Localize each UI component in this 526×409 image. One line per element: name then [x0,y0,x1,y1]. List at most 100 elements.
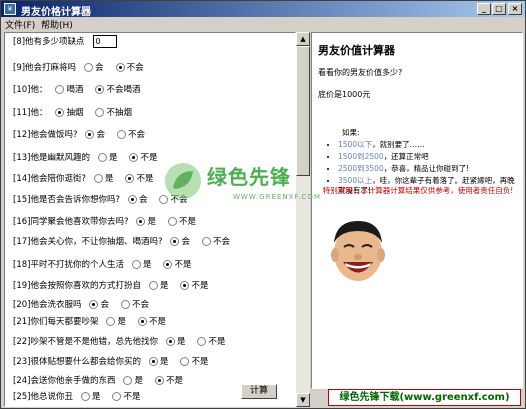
radio-label: 不是 [178,217,196,227]
radio-button-icon[interactable] [165,336,175,346]
radio-button-icon[interactable] [95,84,105,94]
question-row: [10]他： 喝酒 不会喝酒 [13,81,152,97]
close-button[interactable]: × [508,3,522,15]
radio-option[interactable]: 是 [136,215,156,227]
radio-option[interactable]: 是 [93,172,113,184]
radio-button-icon[interactable] [55,107,65,117]
radio-button-icon[interactable] [137,316,147,326]
radio-button-icon[interactable] [170,236,180,246]
radio-option[interactable]: 是 [80,390,101,402]
radio-option[interactable]: 不是 [112,390,140,402]
radio-label: 不是 [123,392,141,402]
radio-option[interactable]: 不是 [167,215,196,227]
price-guide-head: 如果: [342,128,360,137]
radio-option[interactable]: 不会 [201,235,230,247]
calculate-button[interactable]: 计算 [241,384,277,399]
radio-button-icon[interactable] [180,280,190,290]
radio-option[interactable]: 不是 [129,151,157,163]
radio-label: 喝酒 [66,85,84,95]
radio-option[interactable]: 会 [85,128,105,140]
radio-button-icon[interactable] [197,336,207,346]
radio-button-icon[interactable] [125,173,135,183]
radio-option[interactable]: 是 [123,374,143,386]
radio-option[interactable]: 会 [170,235,190,247]
radio-option[interactable]: 不是 [180,355,208,367]
radio-label: 不会 [126,63,144,73]
radio-button-icon[interactable] [127,194,137,204]
minimize-button[interactable]: _ [477,3,491,15]
scroll-thumb[interactable] [296,46,310,176]
radio-button-icon[interactable] [85,129,95,139]
radio-button-icon[interactable] [167,216,177,226]
radio-option[interactable]: 不会喝酒 [95,83,140,95]
question-label: [25]他总说你丑 [13,392,73,402]
maximize-button[interactable]: □ [492,3,506,15]
menu-help[interactable]: 帮助(H) [41,18,73,31]
radio-button-icon[interactable] [136,216,146,226]
radio-option[interactable]: 是 [131,258,151,270]
radio-option[interactable]: 不会 [116,128,145,140]
radio-option[interactable]: 是 [97,151,117,163]
radio-option[interactable]: 不是 [180,279,208,291]
radio-option[interactable]: 不会 [120,298,149,310]
radio-label: 不会 [131,300,149,310]
radio-button-icon[interactable] [89,299,99,309]
radio-option[interactable]: 是 [106,315,126,327]
radio-option[interactable]: 不会 [159,193,188,205]
radio-button-icon[interactable] [148,356,158,366]
radio-option[interactable]: 不抽烟 [95,106,132,118]
question-label: [9]他会打麻将吗 [13,63,77,73]
radio-option[interactable]: 不是 [137,315,166,327]
radio-button-icon[interactable] [131,259,141,269]
radio-button-icon[interactable] [97,152,107,162]
radio-option[interactable]: 喝酒 [55,83,83,95]
site-banner[interactable]: 绿色先锋下载(www.greenxf.com) [328,389,521,406]
radio-button-icon[interactable] [116,129,126,139]
shortcoming-count-input[interactable] [92,34,117,48]
question-panel: 计算 [8]他有多少项缺点[9]他会打麻将吗会不会[10]他：喝酒不会喝酒[11… [4,32,296,407]
radio-button-icon[interactable] [93,173,103,183]
radio-option[interactable]: 抽烟 [55,106,83,118]
radio-button-icon[interactable] [84,62,94,72]
vertical-scrollbar[interactable]: ▲ ▼ [296,32,310,407]
radio-button-icon[interactable] [163,259,173,269]
radio-button-icon[interactable] [106,316,116,326]
radio-label: 不是 [140,153,158,163]
radio-button-icon[interactable] [129,152,139,162]
radio-button-icon[interactable] [180,356,190,366]
radio-option[interactable]: 不会 [115,61,144,73]
radio-button-icon[interactable] [95,107,105,117]
radio-button-icon[interactable] [201,236,211,246]
radio-button-icon[interactable] [159,194,169,204]
radio-button-icon[interactable] [120,299,130,309]
radio-button-icon[interactable] [115,62,125,72]
radio-option[interactable]: 会 [127,193,148,205]
radio-option[interactable]: 是 [165,335,185,347]
radio-label: 是 [91,392,101,402]
radio-option[interactable]: 会 [84,61,104,73]
question-row: [9]他会打麻将吗 会 不会 [13,59,156,75]
radio-option[interactable]: 会 [89,298,109,310]
radio-option[interactable]: 是 [148,355,168,367]
radio-option[interactable]: 是 [148,279,168,291]
scroll-up-icon[interactable]: ▲ [296,32,310,46]
scroll-down-icon[interactable]: ▼ [296,393,310,407]
radio-button-icon[interactable] [55,84,65,94]
radio-option[interactable]: 不是 [125,172,154,184]
radio-button-icon[interactable] [148,280,158,290]
radio-option[interactable]: 不是 [197,335,225,347]
menu-file[interactable]: 文件(F) [5,18,35,31]
radio-button-icon[interactable] [112,391,122,401]
radio-button-icon[interactable] [123,375,133,385]
question-label: [17]他会关心你，不让你抽烟、喝酒吗? [13,237,163,247]
radio-label: 会 [138,195,148,205]
radio-option[interactable]: 不是 [154,374,183,386]
radio-button-icon[interactable] [80,391,90,401]
radio-button-icon[interactable] [154,375,164,385]
price-comment: ，恭喜，精品让你碰到了! [383,164,470,173]
question-label: [22]吵架不管是不是他错，总先他找你 [13,337,158,347]
question-label: [10]他： [13,85,48,95]
menu-bar: 文件(F) 帮助(H) [1,17,525,31]
app-window: ¥ 男友价格计算器 _ □ × 文件(F) 帮助(H) 计算 [8]他有多少项缺… [0,0,526,409]
radio-option[interactable]: 不是 [163,258,191,270]
